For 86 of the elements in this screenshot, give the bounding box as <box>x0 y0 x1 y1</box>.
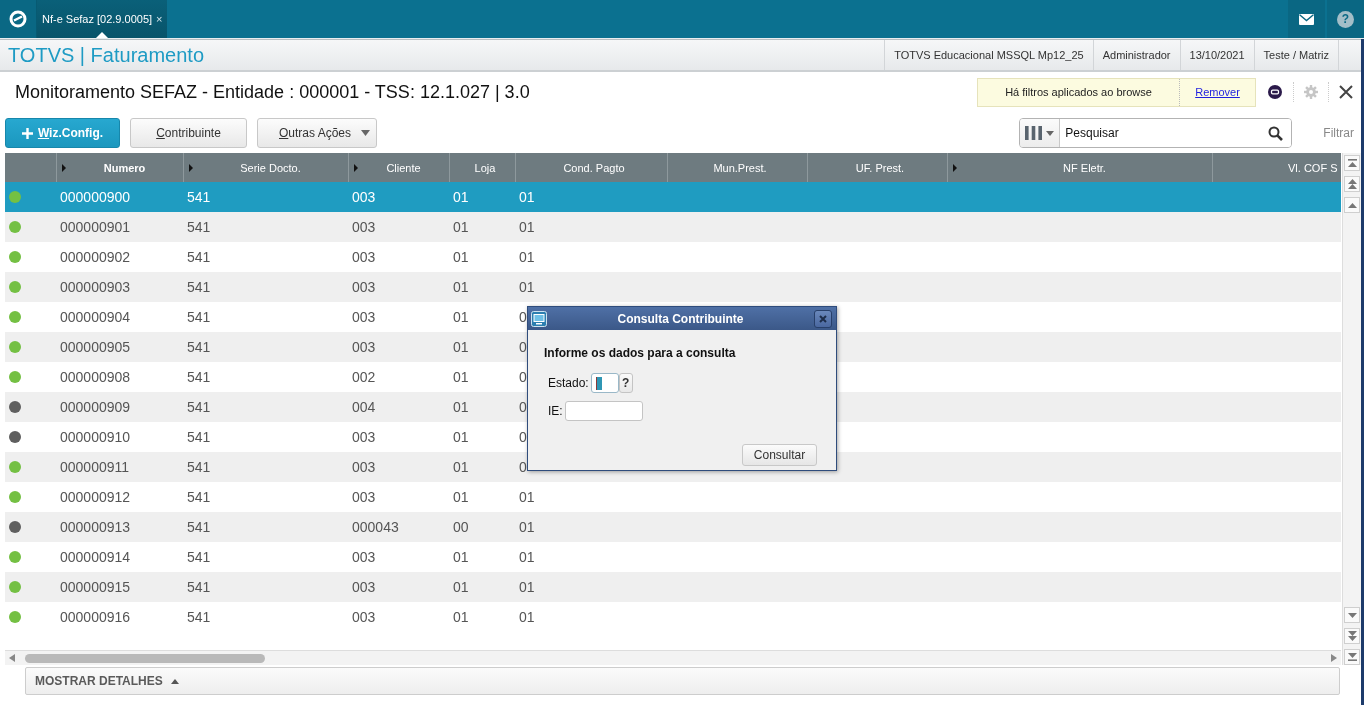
table-cell: 541 <box>187 489 211 505</box>
table-cell: 01 <box>519 279 535 295</box>
table-cell: 000000914 <box>60 549 131 565</box>
filter-notice-text: Há filtros aplicados ao browse <box>1005 86 1152 98</box>
table-cell: 003 <box>352 249 376 265</box>
table-cell: 003 <box>352 459 376 475</box>
table-cell: 541 <box>187 609 211 625</box>
table-cell: 01 <box>453 219 469 235</box>
table-cell: 541 <box>187 549 211 565</box>
table-cell: 01 <box>519 609 535 625</box>
table-cell: 003 <box>352 549 376 565</box>
table-cell: 000000904 <box>60 309 131 325</box>
table-cell: 541 <box>187 399 211 415</box>
session-info: 13/10/2021 <box>1179 40 1254 70</box>
table-cell: 0 <box>519 459 527 475</box>
table-cell: 541 <box>187 519 211 535</box>
table-cell: 000000903 <box>60 279 131 295</box>
table-cell: 01 <box>453 459 469 475</box>
table-cell: 000000911 <box>60 459 130 475</box>
field-label: Estado: <box>548 376 589 390</box>
app-title: TOTVS | Faturamento <box>7 43 204 67</box>
table-cell: 01 <box>453 249 469 265</box>
table-cell: 000000905 <box>60 339 131 355</box>
session-info: TOTVS Educacional MSSQL Mp12_25 <box>884 40 1093 70</box>
table-cell: 01 <box>519 549 535 565</box>
table-cell: 000000901 <box>60 219 131 235</box>
table-cell: 000000909 <box>60 399 131 415</box>
table-cell: 541 <box>187 249 211 265</box>
table-cell: 541 <box>187 189 211 205</box>
table-cell: 01 <box>453 369 469 385</box>
table-cell: 01 <box>519 579 535 595</box>
table-cell: 003 <box>352 429 376 445</box>
dialog-title: Consulta Contribuinte <box>616 311 745 326</box>
table-cell: 01 <box>519 519 535 535</box>
table-cell: 01 <box>453 279 469 295</box>
table-cell: 000000916 <box>60 609 131 625</box>
table-cell: 003 <box>352 579 376 595</box>
table-cell: 003 <box>352 309 376 325</box>
table-cell: 000000910 <box>60 429 131 445</box>
table-cell: 002 <box>352 369 376 385</box>
table-cell: 00 <box>453 519 469 535</box>
session-info: Teste / Matriz <box>1253 40 1339 70</box>
table-cell: 01 <box>519 219 535 235</box>
table-cell: 01 <box>453 399 469 415</box>
table-cell: 003 <box>352 279 376 295</box>
table-cell: 000043 <box>352 519 399 535</box>
table-cell: 01 <box>453 609 469 625</box>
table-cell: 0 <box>519 369 527 385</box>
table-cell: 541 <box>187 429 211 445</box>
table-cell: 003 <box>352 189 376 205</box>
table-cell: 0 <box>519 429 527 445</box>
table-cell: 004 <box>352 399 376 415</box>
session-info: Administrador <box>1092 40 1180 70</box>
table-cell: 01 <box>453 339 469 355</box>
table-cell: 01 <box>519 189 535 205</box>
table-cell: 003 <box>352 219 376 235</box>
table-cell: 541 <box>187 219 211 235</box>
table-cell: 003 <box>352 489 376 505</box>
table-cell: 01 <box>519 249 535 265</box>
table-cell: 01 <box>519 489 535 505</box>
table-cell: 541 <box>187 459 211 475</box>
table-cell: 000000900 <box>60 189 131 205</box>
table-cell: 01 <box>453 189 469 205</box>
dialog-heading: Informe os dados para a consulta <box>544 345 736 361</box>
table-cell: 541 <box>187 279 211 295</box>
table-cell: 003 <box>352 609 376 625</box>
table-cell: 01 <box>453 489 469 505</box>
table-cell: 01 <box>453 579 469 595</box>
table-cell: 541 <box>187 579 211 595</box>
table-cell: 0 <box>519 309 527 325</box>
table-cell: 000000902 <box>60 249 131 265</box>
table-cell: 003 <box>352 339 376 355</box>
table-cell: 01 <box>453 549 469 565</box>
table-cell: 541 <box>187 309 211 325</box>
table-cell: 000000908 <box>60 369 131 385</box>
table-cell: 01 <box>453 309 469 325</box>
table-cell: 000000913 <box>60 519 131 535</box>
table-cell: 01 <box>453 429 469 445</box>
table-cell: 0 <box>519 399 527 415</box>
page-title: Monitoramento SEFAZ - Entidade : 000001 - TSS: 12.1.027 | 3.0 <box>15 81 530 103</box>
field-label: IE: <box>548 404 563 418</box>
table-cell: 541 <box>187 369 211 385</box>
table-cell: 0 <box>519 339 527 355</box>
table-cell: 541 <box>187 339 211 355</box>
table-cell: 000000912 <box>60 489 131 505</box>
table-cell: 000000915 <box>60 579 131 595</box>
